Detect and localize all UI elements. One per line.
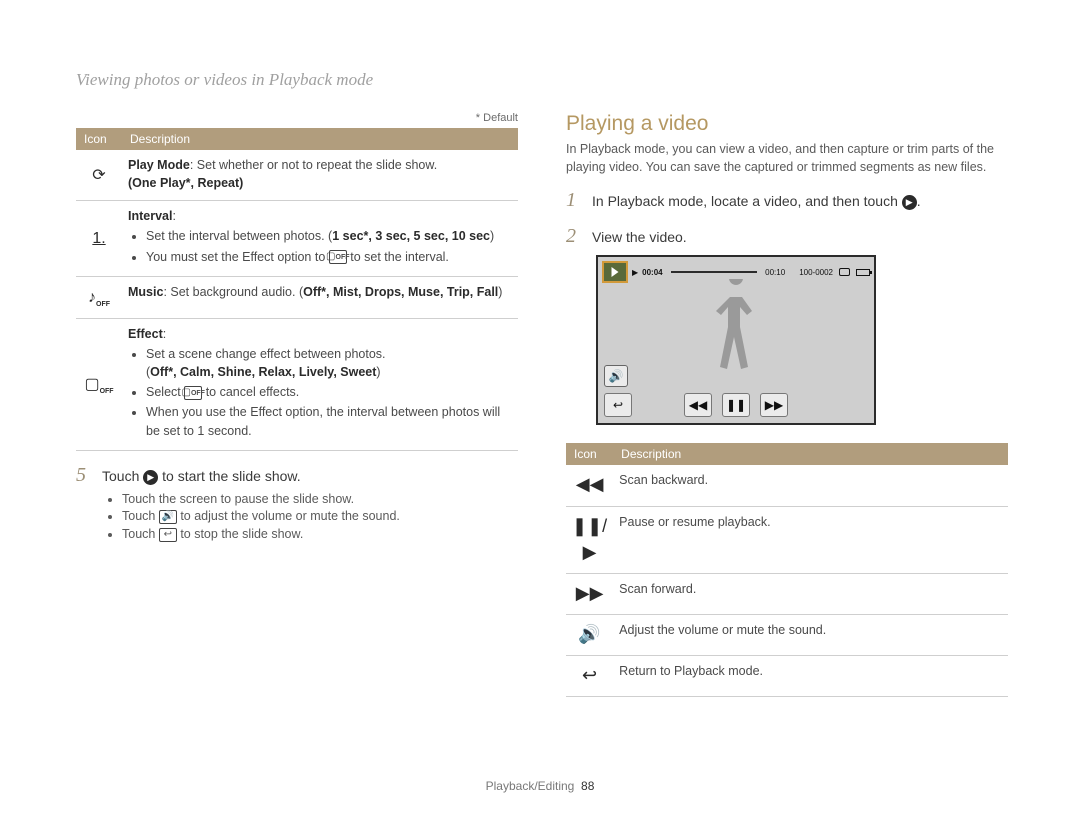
music-close: ) bbox=[498, 285, 502, 299]
step5-s2b: to adjust the volume or mute the sound. bbox=[177, 509, 400, 523]
effect-b1-text: Set a scene change effect between photos… bbox=[146, 347, 386, 361]
step-1-text-b: . bbox=[917, 193, 921, 209]
video-player-preview: ▶ 00:04 00:10 100-0002 🔊 ↩ bbox=[596, 255, 876, 425]
interval-b2a: You must set the Effect option to bbox=[146, 250, 329, 264]
playing-video-heading: Playing a video bbox=[566, 112, 1008, 136]
volume-desc: Adjust the volume or mute the sound. bbox=[613, 614, 1008, 655]
return-icon: ↩ bbox=[582, 665, 597, 685]
fast-forward-icon: ▶▶ bbox=[576, 583, 604, 603]
step-5-sub-1: Touch the screen to pause the slide show… bbox=[122, 492, 518, 506]
interval-b1-close: ) bbox=[490, 229, 494, 243]
effect-label: Effect bbox=[128, 327, 163, 341]
row-volume: 🔊 Adjust the volume or mute the sound. bbox=[566, 614, 1008, 655]
rewind-icon: ◀◀ bbox=[576, 474, 604, 494]
step-5-sub-2: Touch 🔊 to adjust the volume or mute the… bbox=[122, 509, 518, 524]
effect-icon: ▢OFF bbox=[84, 376, 113, 393]
progress-bar[interactable] bbox=[671, 271, 758, 273]
memory-icon bbox=[839, 268, 850, 276]
rewind-desc: Scan backward. bbox=[613, 465, 1008, 506]
forward-button[interactable]: ▶▶ bbox=[760, 393, 788, 417]
interval-label: Interval bbox=[128, 209, 172, 223]
playback-controls-table: Icon Description ◀◀ Scan backward. ❚❚/▶ … bbox=[566, 443, 1008, 697]
volume-icon: 🔊 bbox=[578, 624, 600, 644]
interval-b1-bold: 1 sec*, 3 sec, 5 sec, 10 sec bbox=[332, 229, 490, 243]
effect-bullet-2: Select ▢OFF to cancel effects. bbox=[146, 383, 512, 401]
row-music: ♪OFF Music: Set background audio. (Off*,… bbox=[76, 276, 518, 318]
music-icon: ♪OFF bbox=[88, 289, 110, 306]
row-pause-play: ❚❚/▶ Pause or resume playback. bbox=[566, 506, 1008, 573]
total-time: 00:10 bbox=[765, 268, 785, 277]
interval-icon: 1. bbox=[92, 230, 105, 247]
step-5-text-a: Touch bbox=[102, 468, 143, 484]
step-1-number: 1 bbox=[566, 190, 582, 210]
elapsed-time: 00:04 bbox=[642, 268, 662, 277]
step-5-text-b: to start the slide show. bbox=[158, 468, 300, 484]
return-desc: Return to Playback mode. bbox=[613, 655, 1008, 696]
footer-section: Playback/Editing bbox=[486, 779, 575, 793]
file-index: 100-0002 bbox=[799, 268, 833, 277]
rewind-button[interactable]: ◀◀ bbox=[684, 393, 712, 417]
step-2-number: 2 bbox=[566, 226, 582, 246]
row-rewind: ◀◀ Scan backward. bbox=[566, 465, 1008, 506]
step-2-text: View the video. bbox=[592, 226, 687, 248]
step-5-sub-3: Touch ↩ to stop the slide show. bbox=[122, 527, 518, 542]
row-interval: 1. Interval: Set the interval between ph… bbox=[76, 201, 518, 276]
repeat-icon: ⟳ bbox=[92, 167, 105, 184]
row-play-mode: ⟳ Play Mode: Set whether or not to repea… bbox=[76, 150, 518, 201]
slideshow-options-table: Icon Description ⟳ Play Mode: Set whethe… bbox=[76, 128, 518, 451]
interval-b1-text: Set the interval between photos. ( bbox=[146, 229, 332, 243]
step5-s3b: to stop the slide show. bbox=[177, 527, 303, 541]
pause-play-desc: Pause or resume playback. bbox=[613, 506, 1008, 573]
play-icon: ▶ bbox=[902, 195, 917, 210]
music-bold: Off*, Mist, Drops, Muse, Trip, Fall bbox=[303, 285, 498, 299]
breadcrumb: Viewing photos or videos in Playback mod… bbox=[76, 70, 1012, 90]
pause-button[interactable]: ❚❚ bbox=[722, 393, 750, 417]
step-5-number: 5 bbox=[76, 465, 92, 485]
play-icon: ▶ bbox=[143, 470, 158, 485]
step-5: 5 Touch ▶ to start the slide show. bbox=[76, 465, 518, 487]
battery-icon bbox=[856, 269, 870, 276]
effect-bullet-3: When you use the Effect option, the inte… bbox=[146, 403, 512, 439]
default-note: * Default bbox=[76, 112, 518, 124]
effect-off-icon: ▢OFF bbox=[329, 250, 347, 264]
row-return: ↩ Return to Playback mode. bbox=[566, 655, 1008, 696]
effect-off-icon-2: ▢OFF bbox=[184, 386, 202, 400]
video-frame-silhouette bbox=[706, 279, 766, 391]
effect-opts: Off*, Calm, Shine, Relax, Lively, Sweet bbox=[150, 365, 376, 379]
page-footer: Playback/Editing 88 bbox=[0, 779, 1080, 793]
interval-bullet-1: Set the interval between photos. (1 sec*… bbox=[146, 227, 512, 245]
step5-s3a: Touch bbox=[122, 527, 159, 541]
music-text: : Set background audio. ( bbox=[163, 285, 303, 299]
return-icon: ↩ bbox=[159, 528, 177, 542]
forward-desc: Scan forward. bbox=[613, 573, 1008, 614]
step-1-text-a: In Playback mode, locate a video, and th… bbox=[592, 193, 902, 209]
video-thumbnail bbox=[602, 261, 628, 283]
step-1: 1 In Playback mode, locate a video, and … bbox=[566, 190, 1008, 212]
effect-opts-close: ) bbox=[376, 365, 380, 379]
volume-button[interactable]: 🔊 bbox=[604, 365, 628, 387]
music-label: Music bbox=[128, 285, 163, 299]
row-forward: ▶▶ Scan forward. bbox=[566, 573, 1008, 614]
th-icon: Icon bbox=[566, 443, 613, 465]
row-effect: ▢OFF Effect: Set a scene change effect b… bbox=[76, 318, 518, 450]
play-indicator-icon: ▶ bbox=[632, 268, 638, 277]
playing-video-intro: In Playback mode, you can view a video, … bbox=[566, 140, 1008, 176]
step5-s2a: Touch bbox=[122, 509, 159, 523]
pause-play-icon: ❚❚/▶ bbox=[572, 516, 607, 562]
return-button[interactable]: ↩ bbox=[604, 393, 632, 417]
effect-b2b: to cancel effects. bbox=[202, 385, 299, 399]
th-icon: Icon bbox=[76, 128, 122, 150]
play-mode-label: Play Mode bbox=[128, 158, 190, 172]
th-description: Description bbox=[122, 128, 518, 150]
step-2: 2 View the video. bbox=[566, 226, 1008, 248]
th-description: Description bbox=[613, 443, 1008, 465]
effect-b2a: Select bbox=[146, 385, 184, 399]
interval-bullet-2: You must set the Effect option to ▢OFF t… bbox=[146, 248, 512, 266]
effect-bullet-1: Set a scene change effect between photos… bbox=[146, 345, 512, 381]
play-mode-options: (One Play*, Repeat) bbox=[128, 176, 243, 190]
footer-page-number: 88 bbox=[581, 779, 594, 793]
volume-icon: 🔊 bbox=[159, 510, 177, 524]
interval-b2b: to set the interval. bbox=[347, 250, 449, 264]
play-mode-text: : Set whether or not to repeat the slide… bbox=[190, 158, 437, 172]
